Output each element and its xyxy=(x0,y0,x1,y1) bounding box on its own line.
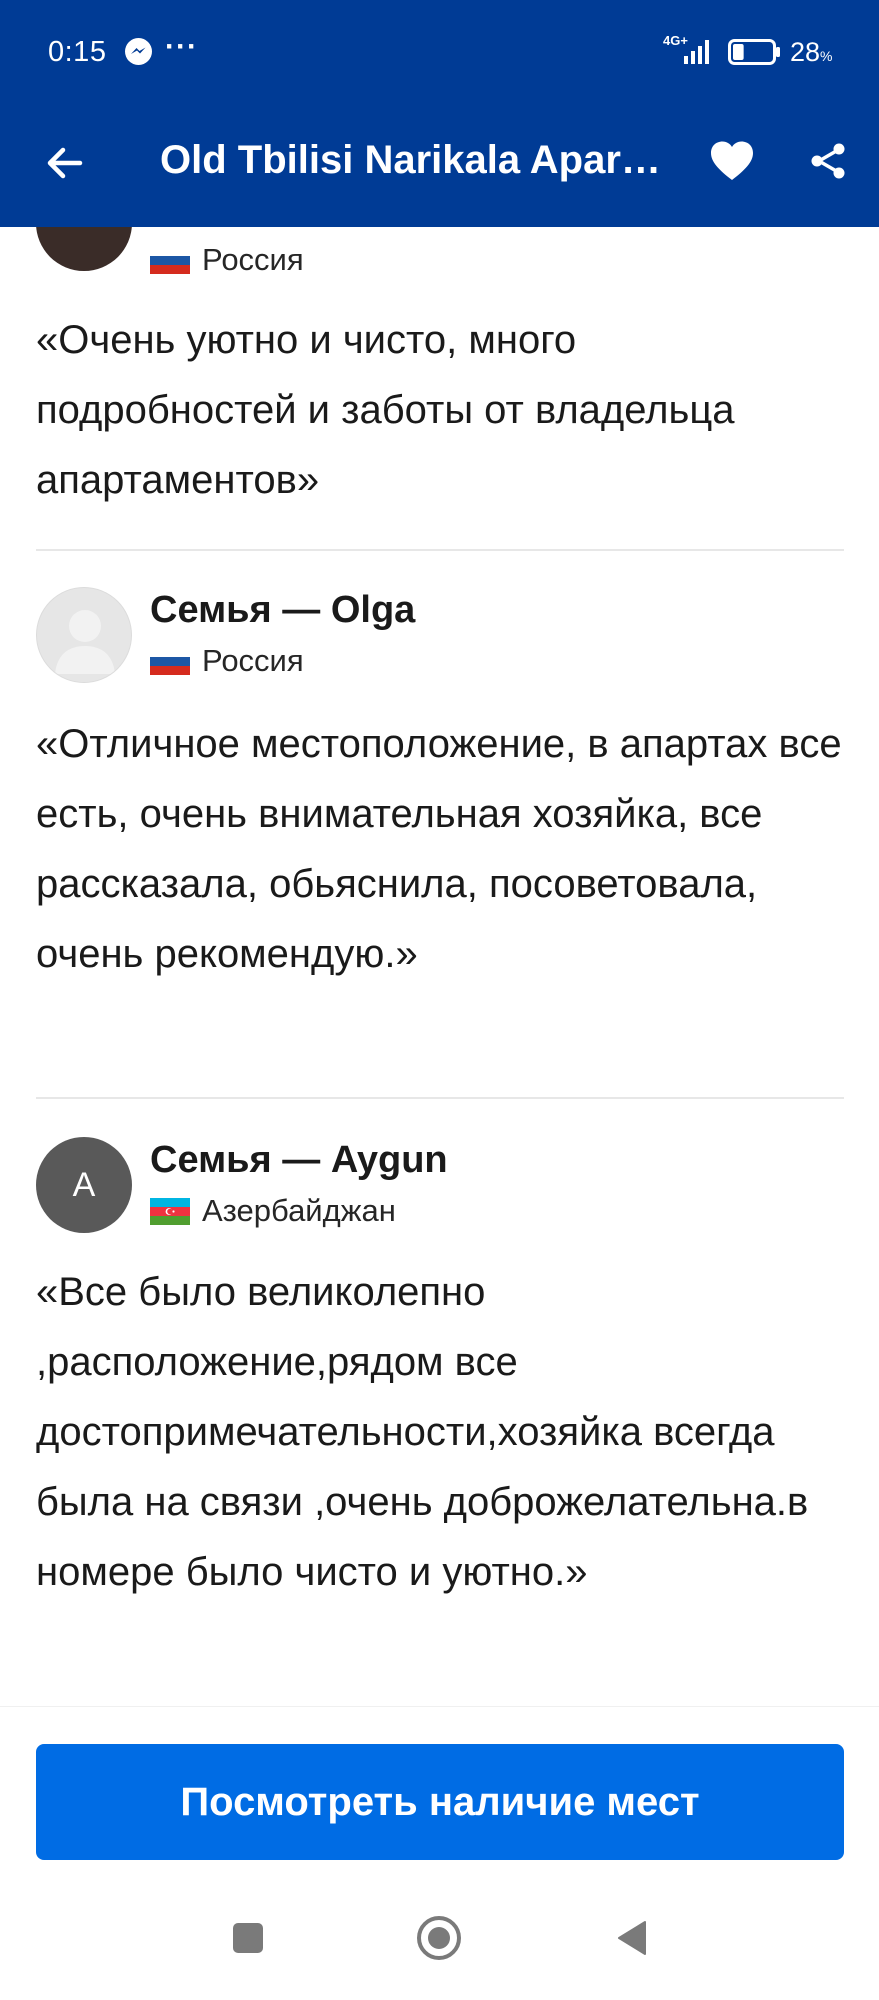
reviewer-country: Россия xyxy=(150,643,304,679)
reviewer-country: Азербайджан xyxy=(150,1193,396,1229)
home-button[interactable] xyxy=(411,1910,467,1966)
top-bar: 0:15 ··· 4G+ 28% Old Tbilisi Narikala Ap… xyxy=(0,0,879,227)
arrow-left-icon xyxy=(47,147,83,179)
review-text: «Отличное местоположение, в апартах все … xyxy=(36,722,842,976)
signal-icon xyxy=(682,38,714,64)
more-notifications-icon: ··· xyxy=(165,30,198,63)
reviewer-country: Россия xyxy=(150,242,304,278)
avatar xyxy=(36,587,132,683)
avatar: A xyxy=(36,1137,132,1233)
divider xyxy=(36,549,844,551)
default-avatar-icon xyxy=(55,610,115,674)
reviews-list[interactable]: Россия «Очень уютно и чисто, много подро… xyxy=(0,227,879,1707)
review-text: «Очень уютно и чисто, много подробностей… xyxy=(36,318,735,502)
battery-percent: 28% xyxy=(790,37,833,68)
azerbaijan-flag-icon xyxy=(150,1197,190,1225)
country-name: Россия xyxy=(202,643,304,678)
app-bar: Old Tbilisi Narikala Apartments xyxy=(0,105,879,227)
system-nav-bar xyxy=(0,1874,879,2000)
recents-button[interactable] xyxy=(220,1910,276,1966)
reviewer-name: Семья — Aygun xyxy=(150,1139,448,1181)
share-button[interactable] xyxy=(800,133,856,189)
favorite-button[interactable] xyxy=(704,133,760,189)
review-text: «Все было великолепно ,расположение,рядо… xyxy=(36,1270,809,1594)
russia-flag-icon xyxy=(150,246,190,274)
check-availability-button[interactable]: Посмотреть наличие мест xyxy=(36,1744,844,1860)
avatar xyxy=(36,227,132,271)
bottom-action-bar: Посмотреть наличие мест xyxy=(0,1706,879,1874)
page-title: Old Tbilisi Narikala Apartments xyxy=(160,138,670,182)
reviewer-name: Семья — Olga xyxy=(150,589,416,631)
battery-icon xyxy=(728,39,782,65)
status-bar: 0:15 ··· 4G+ 28% xyxy=(0,0,879,105)
square-icon xyxy=(233,1923,263,1953)
country-name: Россия xyxy=(202,242,304,277)
divider xyxy=(36,1097,844,1099)
back-button[interactable] xyxy=(36,135,92,191)
heart-icon xyxy=(711,141,753,180)
russia-flag-icon xyxy=(150,647,190,675)
status-time: 0:15 xyxy=(48,36,107,68)
country-name: Азербайджан xyxy=(202,1193,396,1228)
back-nav-button[interactable] xyxy=(604,1910,660,1966)
messenger-icon xyxy=(124,37,153,66)
share-icon xyxy=(811,143,845,179)
home-circle-icon xyxy=(417,1916,461,1960)
triangle-back-icon xyxy=(618,1921,646,1955)
battery-percent-value: 28 xyxy=(790,37,821,67)
battery-percent-unit: % xyxy=(820,48,833,64)
